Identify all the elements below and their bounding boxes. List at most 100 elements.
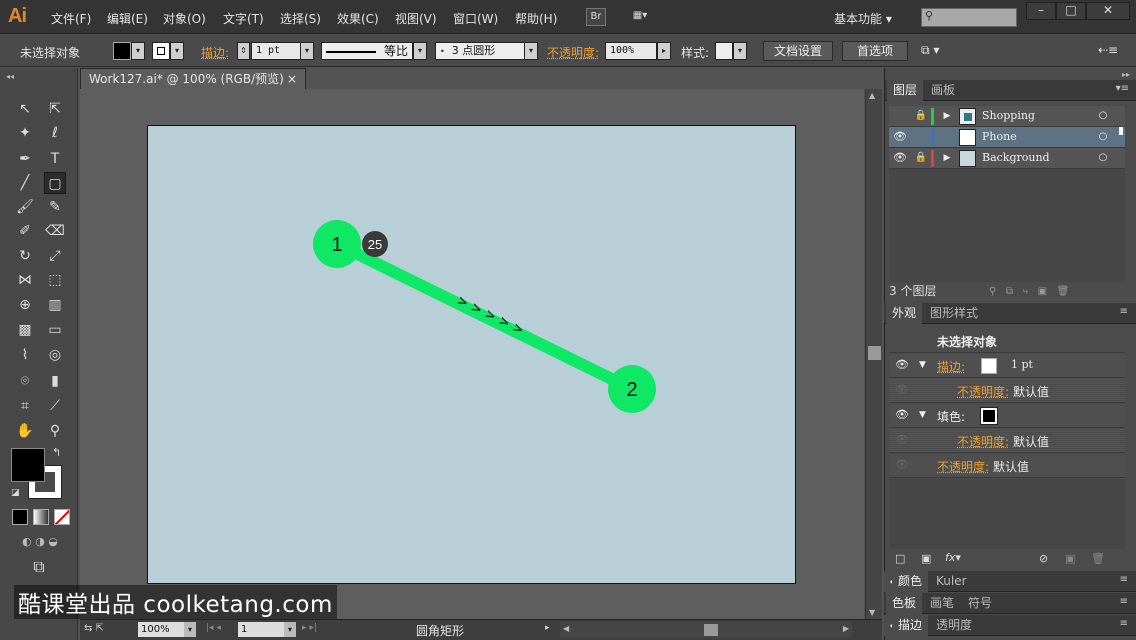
eye-icon[interactable]: 👁 (889, 148, 911, 169)
tab-symbols[interactable]: 符号 (962, 593, 998, 614)
zoom-field[interactable]: 100% (138, 622, 184, 637)
eye-icon[interactable]: 👁 (895, 383, 909, 396)
tab-transparency[interactable]: 透明度 (930, 615, 978, 636)
appearance-menu-icon[interactable]: ≡ (1120, 306, 1128, 317)
color-menu-icon[interactable]: ≡ (1120, 574, 1128, 585)
appearance-fill-row[interactable]: 👁 ▼ 填色: (889, 404, 1125, 428)
target-circle-icon[interactable]: ○ (1095, 148, 1111, 169)
layers-footer-icons[interactable]: ⚲ ⧉ ⤷ ▣ 🗑 (989, 283, 1069, 300)
current-layer-indicator (1119, 127, 1123, 135)
tab-kuler[interactable]: Kuler (930, 571, 973, 592)
appearance-title-row: 未选择对象 (889, 329, 1125, 353)
eye-icon[interactable]: 👁 (889, 127, 911, 148)
eye-icon[interactable]: 👁 (895, 408, 909, 421)
stroke-tabs: ◆ 描边 透明度 ≡ (884, 615, 1136, 636)
expand-triangle-icon[interactable]: ▶ (941, 148, 953, 169)
stroke-menu-icon[interactable]: ≡ (1120, 618, 1128, 629)
layer-count: 3 个图层 (889, 284, 937, 298)
tab-color[interactable]: 颜色 (892, 571, 929, 592)
appearance-fill-opacity-row[interactable]: 👁 不透明度: 默认值 (889, 429, 1125, 453)
artboard-field[interactable]: 1 (238, 622, 284, 637)
expand-triangle-icon[interactable]: ▶ (941, 106, 953, 127)
appearance-footer: □ ▣ fx▾ ⊘ ▣ 🗑 (889, 551, 1125, 569)
layer-row-phone[interactable]: 👁 Phone ○ (889, 127, 1125, 148)
dock-collapse-icon[interactable]: ▸▸ (1122, 70, 1130, 79)
layer-row-background[interactable]: 👁 🔒 ▶ Background ○ (889, 148, 1125, 169)
delete-item-icon[interactable]: 🗑 (1091, 552, 1105, 565)
layer-color-swatch (931, 108, 934, 125)
layer-name[interactable]: Background (982, 148, 1050, 169)
status-menu-icon[interactable]: ▸ (545, 623, 550, 633)
tab-swatches[interactable]: 色板 (886, 593, 923, 614)
lock-toggle-empty[interactable] (913, 127, 929, 148)
fill-opacity-value: 默认值 (1013, 435, 1050, 449)
add-stroke-icon[interactable]: □ (895, 552, 905, 565)
start-marker-label: 1 (331, 234, 342, 256)
watermark: 酷课堂出品 coolketang.com (14, 585, 337, 619)
status-bar: ⇆ ⇱ 100% ▾ |◂ ◂ 1 ▾ ▸ ▸| 圆角矩形 ▸ ◀ ▶ (80, 619, 882, 640)
swatches-tabs: 色板 画笔 符号 ≡ (884, 593, 1136, 614)
tab-brushes[interactable]: 画笔 (924, 593, 960, 614)
artboard-dropdown[interactable]: ▾ (284, 622, 296, 637)
fx-icon[interactable]: fx▾ (945, 551, 961, 564)
color-tabs: ◆ 颜色 Kuler ≡ (884, 571, 1136, 592)
tab-artboards[interactable]: 画板 (925, 80, 961, 101)
target-circle-icon[interactable]: ○ (1095, 127, 1111, 148)
stroke-color-swatch[interactable] (981, 358, 997, 374)
tab-layers[interactable]: 图层 (887, 80, 924, 101)
layer-name[interactable]: Shopping (982, 106, 1035, 127)
zoom-dropdown[interactable]: ▾ (184, 622, 196, 637)
layer-thumbnail (959, 150, 976, 167)
status-icons[interactable]: ⇆ ⇱ (84, 623, 104, 634)
vertical-scrollbar[interactable]: ▲ ▼ (865, 89, 882, 619)
object-opacity-label[interactable]: 不透明度: (937, 458, 989, 475)
add-fill-icon[interactable]: ▣ (921, 552, 931, 565)
appearance-stroke-label[interactable]: 描边: (937, 358, 965, 375)
tab-graphic-styles[interactable]: 图形样式 (924, 303, 984, 324)
visibility-toggle-empty[interactable] (889, 106, 911, 127)
horizontal-scrollbar[interactable]: ◀ ▶ (560, 622, 852, 638)
scroll-up-icon[interactable]: ▲ (869, 91, 875, 100)
lock-icon[interactable]: 🔒 (913, 106, 929, 127)
layers-menu-icon[interactable]: ▾≡ (1116, 83, 1129, 94)
layer-color-swatch (931, 150, 934, 167)
lock-icon[interactable]: 🔒 (913, 148, 929, 169)
appearance-stroke-row[interactable]: 👁 ▼ 描边: 1 pt (889, 354, 1125, 378)
next-artboard-icon[interactable]: ▸ ▸| (302, 623, 317, 633)
tab-stroke[interactable]: 描边 (892, 615, 929, 636)
scroll-down-icon[interactable]: ▼ (869, 608, 875, 617)
stroke-opacity-label[interactable]: 不透明度: (957, 383, 1009, 400)
layers-tabs: 图层 画板 ▾≡ (885, 80, 1136, 101)
appearance-stroke-value[interactable]: 1 pt (1011, 358, 1033, 371)
target-circle-icon[interactable]: ○ (1095, 106, 1111, 127)
fill-opacity-label[interactable]: 不透明度: (957, 433, 1009, 450)
eye-icon[interactable]: 👁 (895, 433, 909, 446)
appearance-tabs: 外观 图形样式 ≡ (884, 303, 1136, 324)
appearance-opacity-row[interactable]: 👁 不透明度: 默认值 (889, 454, 1125, 478)
layer-name[interactable]: Phone (982, 127, 1017, 148)
scroll-left-icon[interactable]: ◀ (563, 624, 569, 633)
eye-icon[interactable]: 👁 (895, 458, 909, 471)
layer-color-swatch (931, 129, 934, 146)
stroke-opacity-value: 默认值 (1013, 385, 1050, 399)
step-badge-label: 25 (368, 237, 382, 252)
clear-appearance-icon[interactable]: ⊘ (1039, 552, 1048, 565)
hscroll-thumb[interactable] (704, 624, 718, 636)
tab-appearance[interactable]: 外观 (886, 303, 923, 324)
expand-down-icon[interactable]: ▼ (919, 360, 926, 370)
scroll-thumb[interactable] (868, 346, 881, 360)
prev-artboard-icon[interactable]: |◂ ◂ (206, 623, 221, 633)
duplicate-item-icon[interactable]: ▣ (1065, 552, 1075, 565)
appearance-fill-label[interactable]: 填色: (937, 408, 965, 425)
layer-thumbnail (959, 129, 976, 146)
current-tool-label: 圆角矩形 (416, 624, 465, 638)
appearance-stroke-opacity-row[interactable]: 👁 不透明度: 默认值 (889, 379, 1125, 403)
expand-down-icon[interactable]: ▼ (919, 410, 926, 420)
layer-row-shopping[interactable]: 🔒 ▶ Shopping ○ (889, 106, 1125, 127)
fill-color-swatch[interactable] (980, 407, 998, 425)
eye-icon[interactable]: 👁 (895, 358, 909, 371)
direction-arrows: > > > > > (454, 293, 526, 338)
appearance-empty-area (889, 479, 1125, 549)
scroll-right-icon[interactable]: ▶ (843, 624, 849, 633)
swatches-menu-icon[interactable]: ≡ (1120, 596, 1128, 607)
